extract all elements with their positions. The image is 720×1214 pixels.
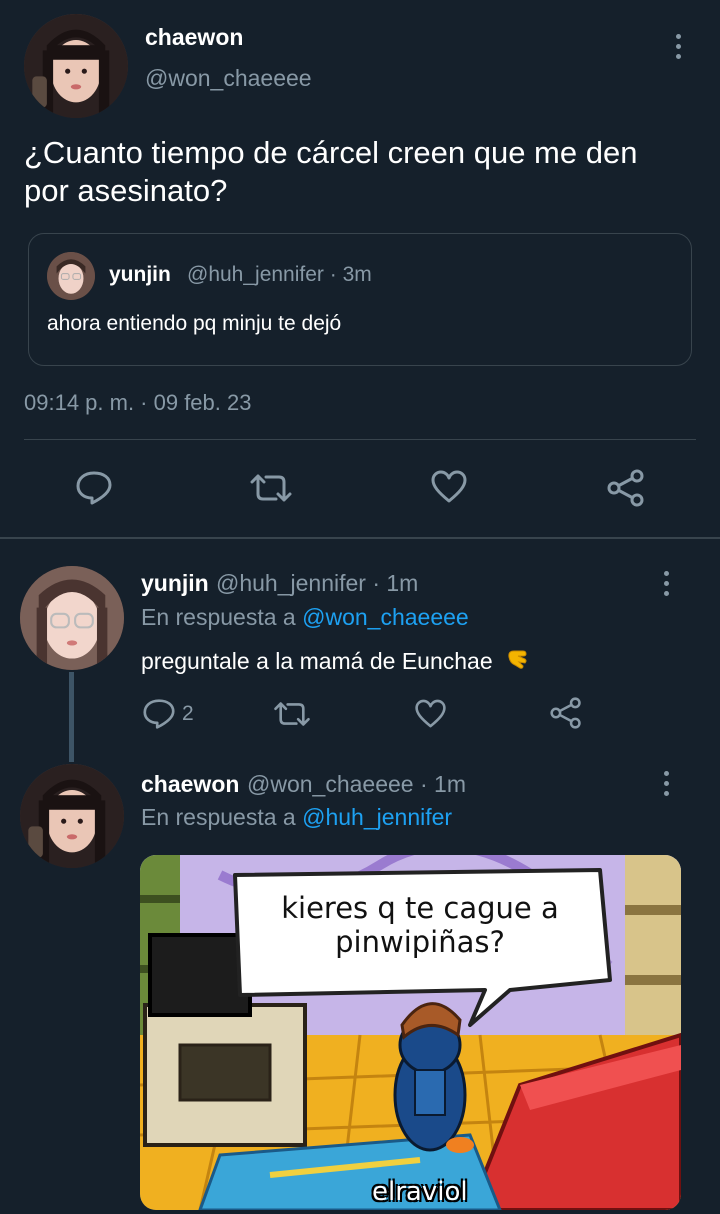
reply1-prefix: En respuesta a <box>141 604 296 630</box>
reply1-share-icon[interactable] <box>549 697 583 729</box>
avatar-chaewon[interactable] <box>24 14 128 118</box>
reply1-reply-count: 2 <box>182 702 194 725</box>
quoted-display-name: yunjin <box>109 263 171 286</box>
reply1-retweet-icon[interactable] <box>272 700 312 728</box>
reply2-display-name[interactable]: chaewon <box>141 771 239 798</box>
avatar-yunjin[interactable] <box>20 566 124 670</box>
reply2-more-options-icon[interactable] <box>660 771 672 796</box>
quoted-avatar <box>47 252 95 300</box>
tweet-timestamp: 09:14 p. m. · 09 feb. 23 <box>24 390 252 415</box>
section-divider <box>0 537 720 539</box>
reply1-like-icon[interactable] <box>414 699 447 729</box>
reply1-context: En respuesta a @won_chaeeee <box>141 604 469 631</box>
meme-caption-line2: pinwipiñas? <box>335 925 505 959</box>
main-display-name[interactable]: chaewon <box>145 24 243 51</box>
reply1-display-name[interactable]: yunjin <box>141 570 209 597</box>
quoted-text: ahora entiendo pq minju te dejó <box>47 312 342 335</box>
tweet-text: ¿Cuanto tiempo de cárcel creen que me de… <box>24 134 637 210</box>
main-handle[interactable]: @won_chaeeee <box>145 65 312 92</box>
reply-icon[interactable] <box>75 470 113 506</box>
meme-caption: kieres q te cague a pinwipiñas? <box>250 891 590 959</box>
reply1-reply-icon[interactable] <box>142 698 176 730</box>
reply1-handle-time[interactable]: @huh_jennifer · 1m <box>216 570 418 597</box>
like-icon[interactable] <box>430 470 468 504</box>
reply2-handle-time[interactable]: @won_chaeeee · 1m <box>247 771 466 798</box>
quoted-tweet-card[interactable]: yunjin @huh_jennifer · 3m ahora entiendo… <box>28 233 692 366</box>
meme-caption-line1: kieres q te cague a <box>281 891 559 925</box>
tweet-text-line1: ¿Cuanto tiempo de cárcel creen que me de… <box>24 135 638 170</box>
avatar-chaewon-reply[interactable] <box>20 764 124 868</box>
reply2-prefix: En respuesta a <box>141 804 296 830</box>
share-icon[interactable] <box>606 469 646 507</box>
meme-watermark: elraviol <box>372 1177 468 1207</box>
reply1-text: preguntale a la mamá de Eunchae <box>141 648 493 674</box>
meme-image[interactable]: kieres q te cague a pinwipiñas? elraviol <box>140 855 681 1210</box>
more-options-icon[interactable] <box>672 34 684 59</box>
retweet-icon[interactable] <box>248 472 294 504</box>
reply2-mention-link[interactable]: @huh_jennifer <box>302 804 452 830</box>
reply1-mention-link[interactable]: @won_chaeeee <box>302 604 469 630</box>
reply1-more-options-icon[interactable] <box>660 571 672 596</box>
tweet-text-line2: por asesinato? <box>24 173 228 208</box>
quoted-handle-time: @huh_jennifer · 3m <box>187 263 372 286</box>
thread-line <box>69 672 74 762</box>
reply2-context: En respuesta a @huh_jennifer <box>141 804 452 831</box>
reply1-text-row: preguntale a la mamá de Eunchae <box>141 647 529 679</box>
hand-emoji-icon <box>505 647 529 679</box>
divider <box>24 439 696 440</box>
